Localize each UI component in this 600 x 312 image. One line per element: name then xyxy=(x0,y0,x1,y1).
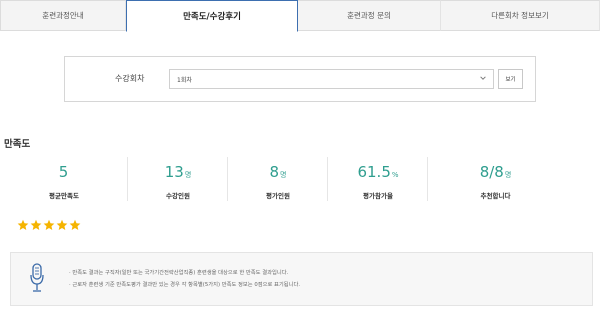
tab-course-inquiry[interactable]: 훈련과정 문의 xyxy=(298,0,441,31)
notice-line: · 근로자 훈련생 기준 만족도평가 결과만 있는 경우 각 항목별(5가지) … xyxy=(69,282,301,288)
session-filter-panel: 수강회차 1회차 보기 xyxy=(64,56,536,102)
stat-label: 평균만족도 xyxy=(49,192,79,200)
stat-average-satisfaction: 5 평균만족도 xyxy=(0,153,128,207)
stat-label: 수강인원 xyxy=(166,192,190,200)
star-icon xyxy=(30,219,42,230)
microphone-icon xyxy=(30,263,44,292)
notice-box: · 만족도 결과는 구직자(일반 또는 국가기간전략산업직종) 훈련생을 대상으… xyxy=(10,252,593,306)
tab-other-sessions[interactable]: 다른회차 정보보기 xyxy=(441,0,600,31)
session-label: 수강회차 xyxy=(115,74,145,83)
stat-value: 13명 xyxy=(164,163,192,181)
tab-satisfaction-reviews[interactable]: 만족도/수강후기 xyxy=(126,0,298,32)
stat-recommend: 8/8명 추천합니다 xyxy=(428,153,563,207)
stat-participation-rate: 61.5% 평가참가율 xyxy=(328,153,428,207)
stats-row: 5 평균만족도 13명 수강인원 8명 평가인원 61.5% 평가참가율 8/8… xyxy=(0,153,600,207)
chevron-down-icon xyxy=(480,76,486,80)
stat-evaluators: 8명 평가인원 xyxy=(228,153,328,207)
notice-text: · 만족도 결과는 구직자(일반 또는 국가기간전략산업직종) 훈련생을 대상으… xyxy=(69,267,300,291)
session-select-value: 1회차 xyxy=(177,77,192,84)
stat-enrolled: 13명 수강인원 xyxy=(128,153,228,207)
stat-value: 8/8명 xyxy=(479,163,512,181)
star-icon xyxy=(56,219,68,230)
stat-value: 8명 xyxy=(269,163,287,181)
star-icon xyxy=(69,219,81,230)
view-button[interactable]: 보기 xyxy=(498,69,523,89)
tab-course-info[interactable]: 훈련과정안내 xyxy=(0,0,126,31)
stat-value: 61.5% xyxy=(357,163,399,181)
section-title: 만족도 xyxy=(4,139,31,150)
tab-bar: 훈련과정안내 만족도/수강후기 훈련과정 문의 다른회차 정보보기 xyxy=(0,0,600,32)
stat-label: 추천합니다 xyxy=(480,192,511,200)
stat-value: 5 xyxy=(58,163,69,181)
stat-label: 평가참가율 xyxy=(363,192,393,200)
star-icon xyxy=(17,219,29,230)
notice-line: · 만족도 결과는 구직자(일반 또는 국가기간전략산업직종) 훈련생을 대상으… xyxy=(69,270,289,276)
session-select[interactable]: 1회차 xyxy=(169,69,494,89)
stat-label: 평가인원 xyxy=(266,192,290,200)
star-icon xyxy=(43,219,55,230)
star-rating xyxy=(17,219,81,231)
